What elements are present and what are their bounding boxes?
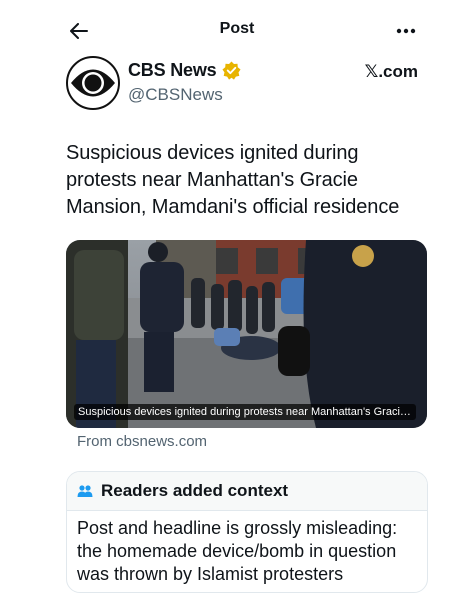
context-body: Post and headline is grossly misleading:…	[77, 518, 398, 584]
author-name-row: CBS News	[128, 60, 241, 81]
context-header: Readers added context	[67, 472, 427, 511]
media-caption: Suspicious devices ignited during protes…	[74, 404, 416, 420]
avatar[interactable]	[66, 56, 120, 110]
context-title: Readers added context	[101, 481, 289, 500]
more-horizontal-icon	[396, 28, 416, 34]
source-link-xcom[interactable]: 𝕏.com	[365, 62, 418, 82]
author-name[interactable]: CBS News	[128, 60, 217, 81]
source-link[interactable]: From cbsnews.com	[77, 433, 207, 450]
post-text: Suspicious devices ignited during protes…	[66, 142, 400, 218]
verified-badge-icon	[222, 61, 241, 80]
more-button[interactable]	[388, 16, 424, 46]
top-bar: Post	[0, 0, 474, 62]
people-icon	[77, 485, 93, 497]
author-handle[interactable]: @CBSNews	[128, 85, 223, 105]
cbs-eye-logo	[71, 69, 115, 97]
news-image-card[interactable]: Suspicious devices ignited during protes…	[66, 240, 427, 428]
readers-context-card[interactable]: Readers added context Post and headline …	[66, 471, 428, 593]
news-photo	[66, 240, 427, 428]
